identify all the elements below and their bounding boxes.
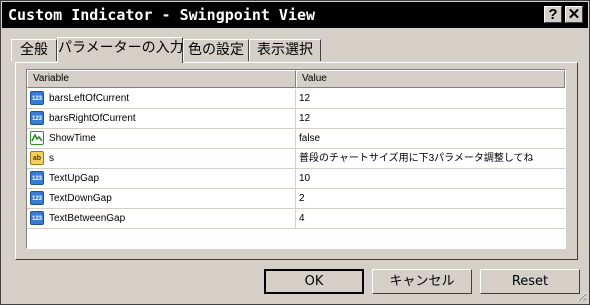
- column-header-variable[interactable]: Variable: [27, 70, 296, 88]
- close-button[interactable]: ✕: [565, 6, 583, 23]
- column-header-value[interactable]: Value: [296, 70, 565, 88]
- table-row[interactable]: 123 barsLeftOfCurrent 12: [27, 89, 565, 109]
- variable-cell: 123 TextDownGap: [27, 189, 296, 209]
- tab-parameters[interactable]: パラメーターの入力: [57, 37, 184, 63]
- value-cell[interactable]: 2: [296, 189, 565, 209]
- variable-name: TextBetweenGap: [49, 213, 126, 224]
- table-row[interactable]: 123 TextDownGap 2: [27, 189, 565, 209]
- variable-cell: 123 barsLeftOfCurrent: [27, 89, 296, 109]
- numeric-123-icon: 123: [30, 111, 44, 125]
- numeric-123-icon: 123: [30, 171, 44, 185]
- tab-display[interactable]: 表示選択: [249, 39, 321, 61]
- table-row[interactable]: 123 TextUpGap 10: [27, 169, 565, 189]
- numeric-123-icon: 123: [30, 91, 44, 105]
- title-bar[interactable]: Custom Indicator - Swingpoint View ? ✕: [2, 2, 588, 28]
- variable-name: barsRightOfCurrent: [49, 113, 136, 124]
- numeric-123-icon: 123: [30, 191, 44, 205]
- variable-cell: 123 barsRightOfCurrent: [27, 109, 296, 129]
- help-button[interactable]: ?: [544, 6, 562, 23]
- ok-button[interactable]: OK: [264, 269, 364, 294]
- resize-grip-icon[interactable]: [575, 290, 587, 302]
- boolean-icon: [30, 131, 44, 145]
- variable-name: s: [49, 153, 54, 164]
- value-cell[interactable]: 4: [296, 209, 565, 229]
- reset-button[interactable]: Reset: [480, 269, 580, 294]
- table-row[interactable]: 123 TextBetweenGap 4: [27, 209, 565, 229]
- variable-cell: 123 TextBetweenGap: [27, 209, 296, 229]
- dialog-window: Custom Indicator - Swingpoint View ? ✕ 全…: [0, 0, 590, 305]
- value-cell[interactable]: false: [296, 129, 565, 149]
- variable-name: ShowTime: [49, 133, 96, 144]
- variable-cell: ShowTime: [27, 129, 296, 149]
- value-cell[interactable]: 10: [296, 169, 565, 189]
- numeric-123-icon: 123: [30, 211, 44, 225]
- window-title: Custom Indicator - Swingpoint View: [8, 6, 316, 24]
- table-row[interactable]: ShowTime false: [27, 129, 565, 149]
- table-row[interactable]: 123 barsRightOfCurrent 12: [27, 109, 565, 129]
- variable-cell: 123 TextUpGap: [27, 169, 296, 189]
- cancel-button[interactable]: キャンセル: [372, 269, 472, 294]
- variable-cell: ab s: [27, 149, 296, 169]
- value-cell[interactable]: 12: [296, 109, 565, 129]
- value-cell[interactable]: 普段のチャートサイズ用に下3パラメータ調整してね: [296, 149, 565, 169]
- string-ab-icon: ab: [30, 151, 44, 165]
- variable-name: TextDownGap: [49, 193, 112, 204]
- variable-name: TextUpGap: [49, 173, 100, 184]
- parameter-grid: Variable Value 123 barsLeftOfCurrent 12 …: [26, 69, 566, 249]
- tab-colors[interactable]: 色の設定: [183, 39, 249, 61]
- value-cell[interactable]: 12: [296, 89, 565, 109]
- grid-header: Variable Value: [27, 70, 565, 88]
- table-row[interactable]: ab s 普段のチャートサイズ用に下3パラメータ調整してね: [27, 149, 565, 169]
- variable-name: barsLeftOfCurrent: [49, 93, 130, 104]
- tab-general[interactable]: 全般: [11, 39, 57, 61]
